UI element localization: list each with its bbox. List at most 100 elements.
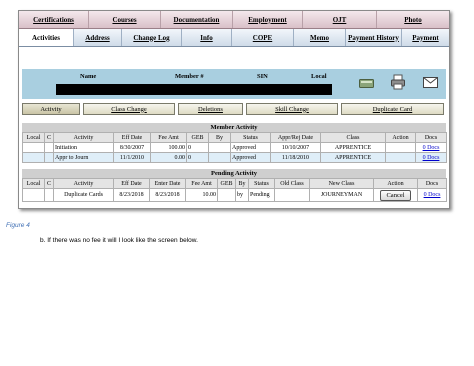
- member-activity-title: Member Activity: [22, 123, 446, 132]
- cell-action: [385, 142, 416, 153]
- col-c: C: [44, 178, 54, 189]
- col-eff-date: Eff Date: [113, 178, 150, 189]
- cell-c: [44, 142, 54, 153]
- cell-status: Pending: [248, 188, 275, 202]
- cell-by: [208, 142, 231, 153]
- redacted-member-details: [56, 84, 332, 95]
- tab-memo[interactable]: Memo: [294, 29, 346, 46]
- col-action: Action: [373, 178, 418, 189]
- col-eff-date: Eff Date: [113, 132, 151, 143]
- cell-old-class: [274, 188, 310, 202]
- cell-c: [44, 188, 54, 202]
- cell-local: [22, 142, 45, 153]
- name-label: Name: [80, 73, 97, 80]
- col-action: Action: [385, 132, 416, 143]
- tab-payment[interactable]: Payment: [402, 29, 449, 46]
- col-old-class: Old Class: [274, 178, 310, 189]
- col-appr-rej-date: Appr/Rej Date: [270, 132, 321, 143]
- tab-employment[interactable]: Employment: [233, 11, 303, 28]
- col-docs: Docs: [417, 178, 447, 189]
- docs-link[interactable]: 0 Docs: [423, 155, 440, 161]
- subtab-duplicate-card[interactable]: Duplicate Card: [341, 103, 444, 115]
- member-activity-table: Local C Activity Eff Date Fee Amt GEB By…: [22, 132, 447, 163]
- subtab-class-change[interactable]: Class Change: [83, 103, 175, 115]
- cell-fee-amt: 10.00: [185, 188, 218, 202]
- col-geb: GEB: [186, 132, 209, 143]
- cell-by: by: [235, 188, 249, 202]
- cell-fee-amt: 0.00: [150, 152, 187, 163]
- tab-change-log[interactable]: Change Log: [122, 29, 182, 46]
- cell-new-class: JOURNEYMAN: [309, 188, 374, 202]
- tab-courses[interactable]: Courses: [89, 11, 161, 28]
- col-docs: Docs: [415, 132, 447, 143]
- col-status: Status: [230, 132, 271, 143]
- col-activity: Activity: [53, 178, 114, 189]
- cell-fee-amt: 100.00: [150, 142, 187, 153]
- col-status: Status: [248, 178, 275, 189]
- col-activity: Activity: [53, 132, 114, 143]
- tab-activities[interactable]: Activities: [19, 29, 74, 46]
- tab-photo[interactable]: Photo: [377, 11, 449, 28]
- tab-documentation[interactable]: Documentation: [161, 11, 233, 28]
- tab-info[interactable]: Info: [182, 29, 232, 46]
- cell-geb: [217, 188, 236, 202]
- cell-c: [44, 152, 54, 163]
- col-class: Class: [320, 132, 386, 143]
- figure-caption: Figure 4: [6, 222, 30, 229]
- col-geb: GEB: [217, 178, 236, 189]
- cell-geb: 0: [186, 152, 209, 163]
- secondary-nav: Activities Address Change Log Info COPE …: [19, 29, 449, 47]
- cell-activity: Initiation: [53, 142, 114, 153]
- printer-icon[interactable]: [391, 74, 405, 90]
- col-local: Local: [22, 132, 45, 143]
- cell-enter-date: 8/23/2018: [149, 188, 186, 202]
- col-local: Local: [22, 178, 45, 189]
- pending-activity-header: Local C Activity Eff Date Enter Date Fee…: [22, 178, 447, 189]
- table-row: Appr to Journ 11/1/2010 0.00 0 Approved …: [22, 152, 447, 163]
- cell-eff-date: 11/1/2010: [113, 152, 151, 163]
- tab-cope[interactable]: COPE: [232, 29, 294, 46]
- col-fee-amt: Fee Amt: [150, 132, 187, 143]
- application-window: Certifications Courses Documentation Emp…: [18, 10, 450, 209]
- cell-eff-date: 8/30/2007: [113, 142, 151, 153]
- tab-payment-history[interactable]: Payment History: [346, 29, 402, 46]
- tab-address[interactable]: Address: [74, 29, 122, 46]
- member-number-label: Member #: [175, 73, 204, 80]
- sin-label: SIN: [257, 73, 268, 80]
- cell-appr-rej-date: 11/18/2010: [270, 152, 321, 163]
- col-c: C: [44, 132, 54, 143]
- col-by: By: [208, 132, 231, 143]
- cell-local: [22, 152, 45, 163]
- cell-appr-rej-date: 10/10/2007: [270, 142, 321, 153]
- subtab-deletions[interactable]: Deletions: [178, 103, 243, 115]
- col-enter-date: Enter Date: [149, 178, 186, 189]
- col-by: By: [235, 178, 249, 189]
- tab-certifications[interactable]: Certifications: [19, 11, 89, 28]
- cell-by: [208, 152, 231, 163]
- cell-class: APPRENTICE: [320, 142, 386, 153]
- docs-link[interactable]: 0 Docs: [423, 145, 440, 151]
- cell-class: APPRENTICE: [320, 152, 386, 163]
- member-info-bar: Name Member # SIN Local: [22, 69, 446, 99]
- cancel-button[interactable]: Cancel: [380, 189, 411, 201]
- cell-geb: 0: [186, 142, 209, 153]
- col-fee-amt: Fee Amt: [185, 178, 218, 189]
- cell-activity: Duplicate Cards: [53, 188, 114, 202]
- subtab-skill-change[interactable]: Skill Change: [246, 103, 338, 115]
- card-icon[interactable]: [359, 78, 374, 89]
- pending-activity-table: Local C Activity Eff Date Enter Date Fee…: [22, 178, 447, 202]
- instruction-note: b. If there was no fee it will I look li…: [40, 237, 198, 244]
- cell-local: [22, 188, 45, 202]
- docs-link[interactable]: 0 Docs: [424, 192, 441, 198]
- pending-activity-title: Pending Activity: [22, 169, 446, 178]
- cell-action: [385, 152, 416, 163]
- col-new-class: New Class: [309, 178, 374, 189]
- activity-subtabs: Activity Class Change Deletions Skill Ch…: [22, 103, 446, 116]
- tab-ojt[interactable]: OJT: [303, 11, 377, 28]
- cell-status: Approved: [230, 152, 271, 163]
- local-label: Local: [311, 73, 327, 80]
- subtab-activity[interactable]: Activity: [22, 103, 80, 115]
- table-row: Duplicate Cards 8/23/2018 8/23/2018 10.0…: [22, 188, 447, 202]
- primary-nav: Certifications Courses Documentation Emp…: [19, 11, 449, 29]
- envelope-icon[interactable]: [423, 77, 438, 89]
